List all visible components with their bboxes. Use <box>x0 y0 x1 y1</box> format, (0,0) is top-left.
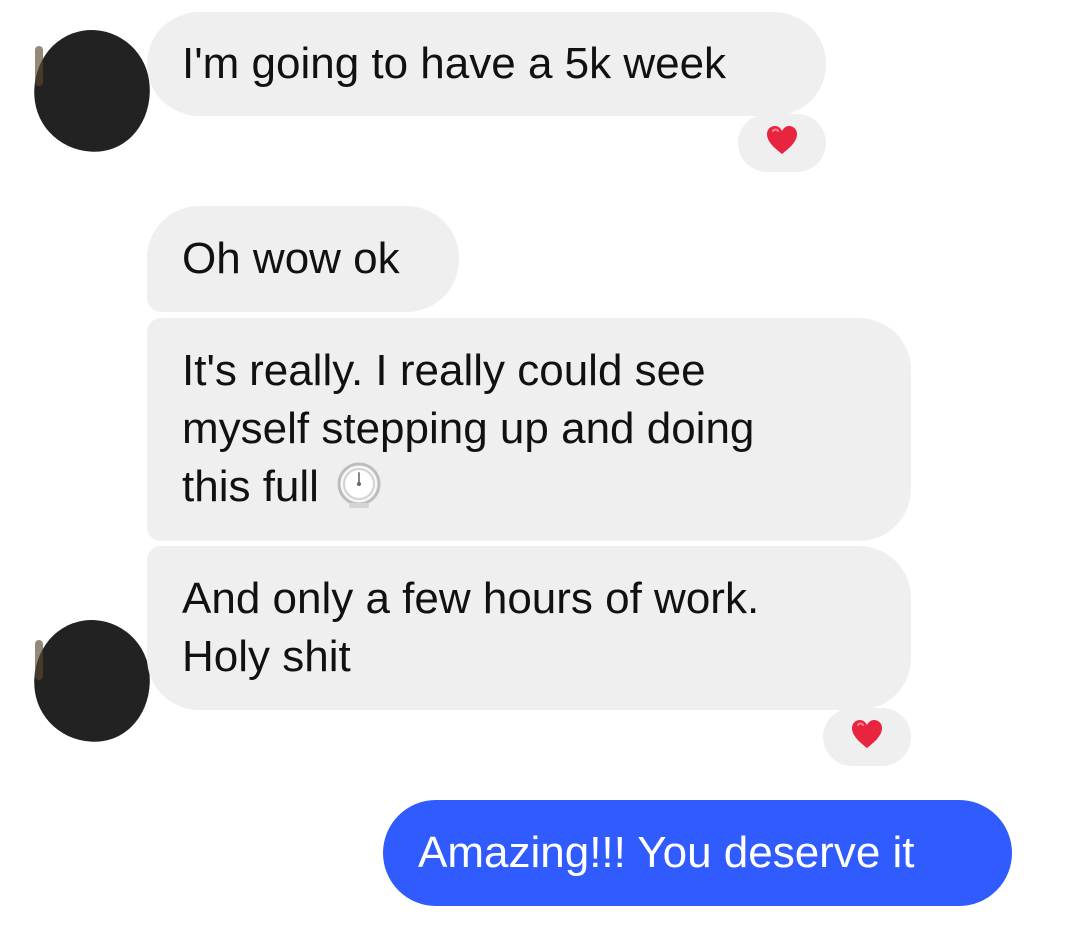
message-text: this full <box>182 462 319 511</box>
incoming-message[interactable]: And only a few hours of work. Holy shit <box>147 546 911 710</box>
outgoing-message[interactable]: Amazing!!! You deserve it <box>383 800 1012 906</box>
message-text: Holy shit <box>182 632 351 681</box>
message-text: Amazing!!! You deserve it <box>418 828 915 877</box>
heart-icon <box>850 719 884 755</box>
avatar-edge <box>35 640 43 680</box>
heart-icon <box>765 125 799 161</box>
incoming-message[interactable]: I'm going to have a 5k week <box>147 12 826 116</box>
message-text: It's really. I really could see <box>182 346 706 395</box>
contact-avatar[interactable] <box>26 612 158 750</box>
message-text: myself stepping up and doing <box>182 404 755 453</box>
heart-reaction[interactable] <box>738 114 826 172</box>
incoming-message[interactable]: It's really. I really could see myself s… <box>147 318 911 541</box>
incoming-message[interactable]: Oh wow ok <box>147 206 459 312</box>
message-text: And only a few hours of work. <box>182 574 760 623</box>
contact-avatar[interactable] <box>26 22 158 160</box>
avatar-edge <box>35 46 43 86</box>
message-text: I'm going to have a 5k week <box>182 39 727 88</box>
timer-clock-icon <box>333 459 385 511</box>
message-text: Oh wow ok <box>182 234 400 283</box>
heart-reaction[interactable] <box>823 708 911 766</box>
